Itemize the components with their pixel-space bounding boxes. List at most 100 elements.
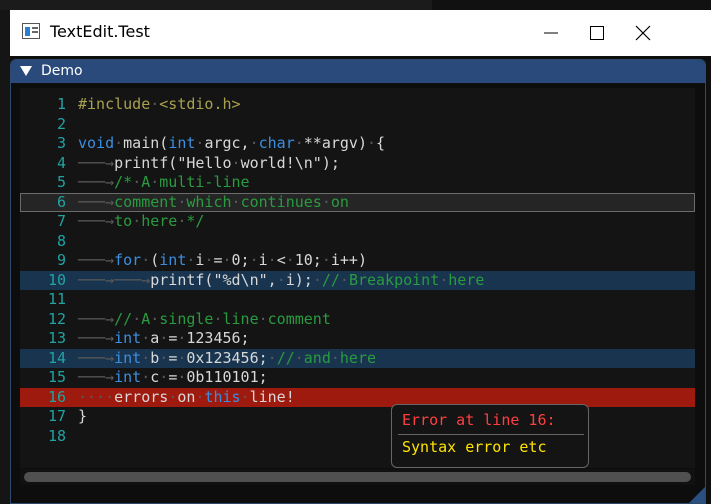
code-token: **argv) [303, 134, 367, 152]
code-token: void [78, 134, 115, 152]
code-token: c [150, 368, 160, 386]
collapse-arrow-icon[interactable] [20, 66, 32, 76]
code-line[interactable]: 2 [20, 115, 695, 134]
line-number: 9 [56, 251, 66, 269]
code-token: · [150, 95, 160, 113]
code-token: comment [267, 309, 331, 328]
code-token: · [267, 251, 277, 269]
code-token: int [114, 368, 142, 386]
code-line[interactable]: 15 ───→int·c·=·0b110101; [20, 368, 695, 387]
code-line[interactable]: 5 ───→/*·A·multi-line [20, 173, 695, 192]
code-token: on [177, 387, 196, 406]
horizontal-scrollbar[interactable] [20, 469, 695, 485]
close-icon [635, 25, 651, 41]
line-number: 16 [47, 387, 66, 406]
tooltip-title: Error at line 16: [402, 411, 556, 429]
code-line[interactable]: 8 [20, 232, 695, 251]
code-token: · [222, 251, 232, 269]
title-bar[interactable]: TextEdit.Test [10, 10, 711, 56]
code-token: · [439, 270, 449, 289]
demo-header[interactable]: Demo [11, 60, 705, 83]
line-text: void·main(int·argc,·char·**argv)·{ [78, 134, 385, 153]
code-token: · [150, 309, 160, 328]
code-token: ───→ [78, 153, 115, 172]
code-token: · [294, 134, 304, 152]
tooltip-separator [398, 434, 584, 435]
code-token: printf("%d\n", [150, 270, 277, 289]
line-text: ───→int·b·=·0x123456;·//·and·here [78, 349, 376, 368]
code-token: ───→ [78, 329, 115, 347]
client-area: Demo 1 #include·<stdio.h> 2 3 void·main(int·… [10, 56, 711, 504]
resize-grip-icon[interactable] [689, 487, 705, 503]
line-text: ───→/*·A·multi-line [78, 173, 250, 192]
code-line[interactable]: 16 ····errors·on·this·line! [20, 387, 695, 407]
code-token: 0b110101; [186, 368, 268, 386]
code-token: · [321, 192, 331, 211]
scrollbar-thumb[interactable] [24, 472, 691, 482]
code-line[interactable]: 7 ───→to·here·*/ [20, 212, 695, 231]
code-token: 0x123456; [186, 348, 268, 367]
code-token: this [204, 387, 241, 406]
line-number: 13 [47, 329, 66, 347]
code-token: · [168, 387, 178, 406]
code-token: · [141, 348, 151, 367]
maximize-button[interactable] [574, 10, 620, 56]
code-line[interactable]: 3 void·main(int·argc,·char·**argv)·{ [20, 134, 695, 153]
maximize-icon [590, 26, 604, 40]
code-token: · [159, 348, 169, 367]
code-token: · [339, 270, 349, 289]
code-token: continues [240, 192, 322, 211]
code-token: int [114, 348, 142, 367]
code-token: · [141, 329, 151, 347]
code-token: which [186, 192, 232, 211]
code-line[interactable]: 12 ───→//·A·single·line·comment [20, 310, 695, 329]
line-number: 15 [47, 368, 66, 386]
code-token: 10; [294, 251, 322, 269]
code-token: ───→ [78, 348, 115, 367]
minimize-button[interactable] [528, 10, 574, 56]
code-token: · [132, 309, 142, 328]
line-text: ───→//·A·single·line·comment [78, 310, 331, 329]
code-line[interactable]: 11 [20, 290, 695, 309]
code-token: ( [150, 251, 160, 269]
code-token: · [249, 134, 259, 152]
code-line[interactable]: 13 ───→int·a·=·123456; [20, 329, 695, 348]
code-token: · [367, 134, 377, 152]
line-text: #include·<stdio.h> [78, 95, 241, 114]
code-token: world!\n"); [240, 153, 340, 172]
code-token: Breakpoint [348, 270, 440, 289]
code-token: · [231, 192, 241, 211]
code-token: // [321, 270, 340, 289]
code-line[interactable]: 4 ───→printf("Hello·world!\n"); [20, 154, 695, 173]
code-token: char [258, 134, 295, 152]
code-line[interactable]: 18 [20, 427, 695, 446]
code-token: · [141, 251, 151, 269]
code-token: #include [78, 95, 151, 113]
code-line[interactable]: 6 ───→comment·which·continues·on [20, 192, 695, 212]
code-token: · [294, 348, 304, 367]
code-token: ───→───→ [78, 270, 151, 289]
line-number: 3 [56, 134, 66, 152]
app-icon [22, 23, 40, 39]
code-token: = [168, 329, 178, 347]
code-token: · [240, 387, 250, 406]
code-token: // [114, 309, 133, 328]
code-token: · [213, 309, 223, 328]
code-line[interactable]: 1 #include·<stdio.h> [20, 95, 695, 114]
code-token: ···· [78, 387, 115, 406]
code-token: · [276, 270, 286, 289]
code-token: on [330, 192, 349, 211]
demo-panel: Demo 1 #include·<stdio.h> 2 3 void·main(int·… [10, 59, 706, 504]
code-token: · [267, 348, 277, 367]
code-line[interactable]: 10 ───→───→printf("%d\n",·i);·//·Breakpoi… [20, 270, 695, 290]
close-button[interactable] [620, 10, 666, 56]
code-line[interactable]: 9 ───→for·(int·i·=·0;·i·<·10;·i++) [20, 251, 695, 270]
code-line[interactable]: 17} [20, 407, 695, 426]
code-token: comment [114, 192, 178, 211]
line-text: ───→int·c·=·0b110101; [78, 368, 268, 387]
code-editor[interactable]: 1 #include·<stdio.h> 2 3 void·main(int·argc,… [20, 88, 695, 468]
code-token: */ [186, 212, 205, 230]
code-token: ───→ [78, 192, 115, 211]
code-line[interactable]: 14 ───→int·b·=·0x123456;·//·and·here [20, 348, 695, 368]
code-token: single [159, 309, 214, 328]
